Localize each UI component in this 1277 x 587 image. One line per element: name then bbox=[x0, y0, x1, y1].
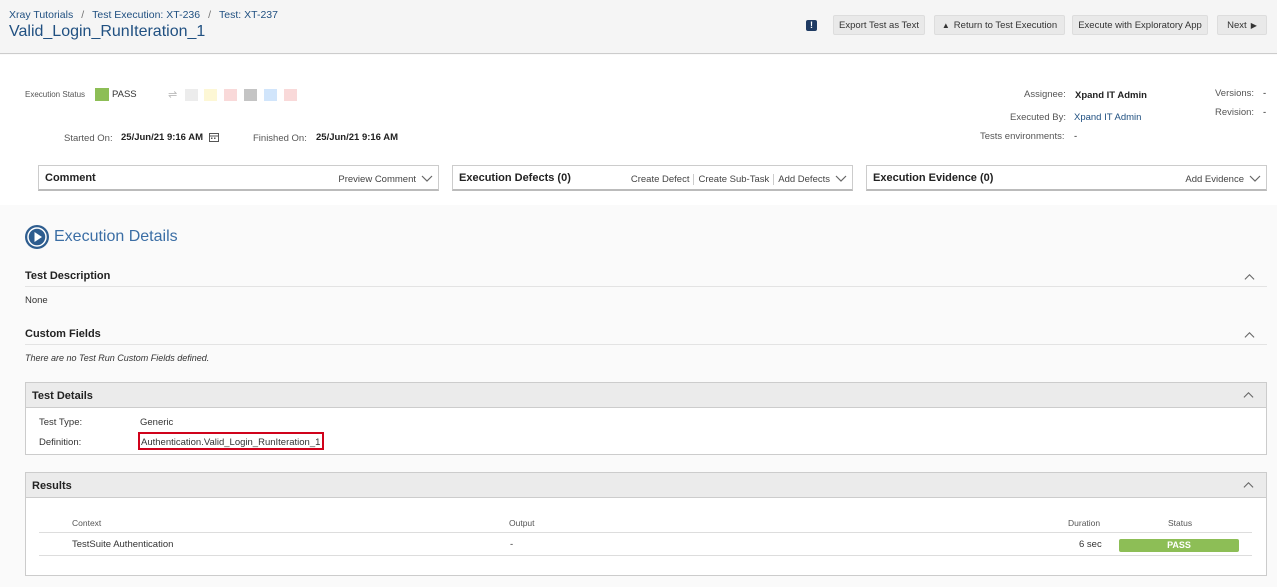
add-defects-link[interactable]: Add Defects bbox=[773, 174, 830, 185]
column-header-duration: Duration bbox=[1068, 518, 1101, 528]
test-details-header[interactable]: Test Details bbox=[26, 383, 1266, 408]
custom-fields-title: Custom Fields bbox=[25, 328, 101, 340]
status-blocked-swatch[interactable] bbox=[264, 89, 277, 101]
transition-arrows-icon[interactable]: ⇌ bbox=[168, 88, 177, 101]
versions-value: - bbox=[1263, 88, 1267, 99]
executed-by-value[interactable]: Xpand IT Admin bbox=[1074, 112, 1141, 123]
execution-summary-panel: Execution Status PASS ⇌ Started On: 25/J… bbox=[0, 55, 1277, 205]
execution-status-label: Execution Status bbox=[25, 90, 86, 99]
breadcrumb-test[interactable]: Test: XT-237 bbox=[219, 9, 278, 21]
return-label: Return to Test Execution bbox=[953, 19, 1058, 31]
table-divider bbox=[39, 532, 1252, 533]
results-title: Results bbox=[32, 480, 72, 492]
assignee-label: Assignee: bbox=[1024, 89, 1066, 100]
status-badge: PASS bbox=[1119, 539, 1239, 552]
revision-label: Revision: bbox=[1215, 107, 1255, 118]
defects-actions: Create Defect Create Sub-Task Add Defect… bbox=[631, 174, 830, 185]
result-context: TestSuite Authentication bbox=[72, 539, 174, 550]
next-label: Next bbox=[1227, 19, 1247, 31]
results-header[interactable]: Results bbox=[26, 473, 1266, 498]
chevron-down-icon[interactable] bbox=[1249, 172, 1261, 184]
execute-exploratory-button[interactable]: Execute with Exploratory App bbox=[1072, 15, 1208, 35]
execution-defects-box: Execution Defects (0) Create Defect Crea… bbox=[452, 165, 853, 191]
add-evidence-link[interactable]: Add Evidence bbox=[1185, 174, 1244, 185]
started-on-value: 25/Jun/21 9:16 AM bbox=[121, 132, 204, 143]
next-button[interactable]: Next ▶ bbox=[1217, 15, 1267, 35]
tests-environments-label: Tests environments: bbox=[980, 131, 1065, 142]
return-to-execution-button[interactable]: ▲ Return to Test Execution bbox=[934, 15, 1065, 35]
definition-label: Definition: bbox=[39, 437, 82, 448]
column-header-status: Status bbox=[1168, 518, 1193, 528]
breadcrumb-separator: / bbox=[208, 9, 212, 21]
arrow-up-icon: ▲ bbox=[941, 20, 950, 30]
results-panel: Results Context Output Duration Status T… bbox=[25, 472, 1267, 576]
status-executing-swatch[interactable] bbox=[204, 89, 217, 101]
export-test-button[interactable]: Export Test as Text bbox=[833, 15, 925, 35]
comment-actions: Preview Comment bbox=[338, 174, 416, 185]
status-color-box bbox=[95, 88, 109, 101]
assignee-value: Xpand IT Admin bbox=[1075, 90, 1147, 101]
executed-by-label: Executed By: bbox=[1010, 112, 1066, 123]
comment-box: Comment Preview Comment bbox=[38, 165, 439, 191]
test-details-panel: Test Details Test Type: Generic Definiti… bbox=[25, 382, 1267, 455]
breadcrumb: Xray Tutorials / Test Execution: XT-236 … bbox=[9, 9, 278, 21]
evidence-actions: Add Evidence bbox=[1185, 174, 1244, 185]
status-fail-swatch[interactable] bbox=[224, 89, 237, 101]
comment-title: Comment bbox=[45, 172, 96, 184]
chevron-up-icon[interactable] bbox=[1244, 330, 1255, 341]
custom-fields-text: There are no Test Run Custom Fields defi… bbox=[25, 353, 210, 363]
test-description-title: Test Description bbox=[25, 270, 111, 282]
versions-label: Versions: bbox=[1215, 88, 1255, 99]
status-aborted-swatch[interactable] bbox=[244, 89, 257, 101]
defects-title: Execution Defects (0) bbox=[459, 172, 571, 184]
test-details-title: Test Details bbox=[32, 390, 93, 402]
caret-right-icon: ▶ bbox=[1250, 20, 1257, 30]
test-type-label: Test Type: bbox=[39, 417, 83, 428]
breadcrumb-test-execution[interactable]: Test Execution: XT-236 bbox=[92, 9, 200, 21]
chevron-up-icon[interactable] bbox=[1243, 480, 1254, 491]
export-test-label: Export Test as Text bbox=[839, 19, 919, 31]
status-value: PASS bbox=[112, 89, 137, 100]
play-circle-icon bbox=[25, 225, 49, 249]
result-duration: 6 sec bbox=[1079, 539, 1102, 550]
page-title[interactable]: Valid_Login_RunIteration_1 bbox=[9, 23, 205, 41]
execution-details-heading: Execution Details bbox=[54, 228, 178, 245]
breadcrumb-separator: / bbox=[81, 9, 85, 21]
table-divider bbox=[39, 555, 1252, 556]
status-todo-swatch[interactable] bbox=[185, 89, 198, 101]
create-subtask-link[interactable]: Create Sub-Task bbox=[693, 174, 769, 185]
execution-evidence-box: Execution Evidence (0) Add Evidence bbox=[866, 165, 1267, 191]
calendar-icon[interactable] bbox=[209, 132, 219, 142]
tests-environments-value: - bbox=[1074, 131, 1078, 142]
custom-fields-header[interactable]: Custom Fields bbox=[25, 328, 1267, 345]
test-description-text: None bbox=[25, 295, 48, 306]
test-type-value: Generic bbox=[140, 417, 174, 428]
started-on-label: Started On: bbox=[64, 133, 113, 144]
chevron-up-icon[interactable] bbox=[1244, 272, 1255, 283]
result-output: - bbox=[510, 539, 514, 550]
chevron-down-icon[interactable] bbox=[421, 172, 433, 184]
create-defect-link[interactable]: Create Defect bbox=[631, 174, 690, 185]
revision-value: - bbox=[1263, 107, 1267, 118]
test-description-header[interactable]: Test Description bbox=[25, 270, 1267, 287]
chevron-up-icon[interactable] bbox=[1243, 390, 1254, 401]
page-header: Xray Tutorials / Test Execution: XT-236 … bbox=[0, 0, 1277, 54]
column-header-context: Context bbox=[72, 518, 102, 528]
status-other-swatch[interactable] bbox=[284, 89, 297, 101]
column-header-output: Output bbox=[509, 518, 535, 528]
breadcrumb-project[interactable]: Xray Tutorials bbox=[9, 9, 73, 21]
chevron-down-icon[interactable] bbox=[835, 172, 847, 184]
finished-on-label: Finished On: bbox=[253, 133, 307, 144]
evidence-title: Execution Evidence (0) bbox=[873, 172, 994, 184]
finished-on-value: 25/Jun/21 9:16 AM bbox=[316, 132, 399, 143]
exploratory-label: Execute with Exploratory App bbox=[1078, 19, 1202, 31]
feedback-icon[interactable]: ! bbox=[806, 20, 817, 31]
preview-comment-link[interactable]: Preview Comment bbox=[338, 174, 416, 185]
definition-value: Authentication.Valid_Login_RunIteration_… bbox=[141, 437, 321, 448]
